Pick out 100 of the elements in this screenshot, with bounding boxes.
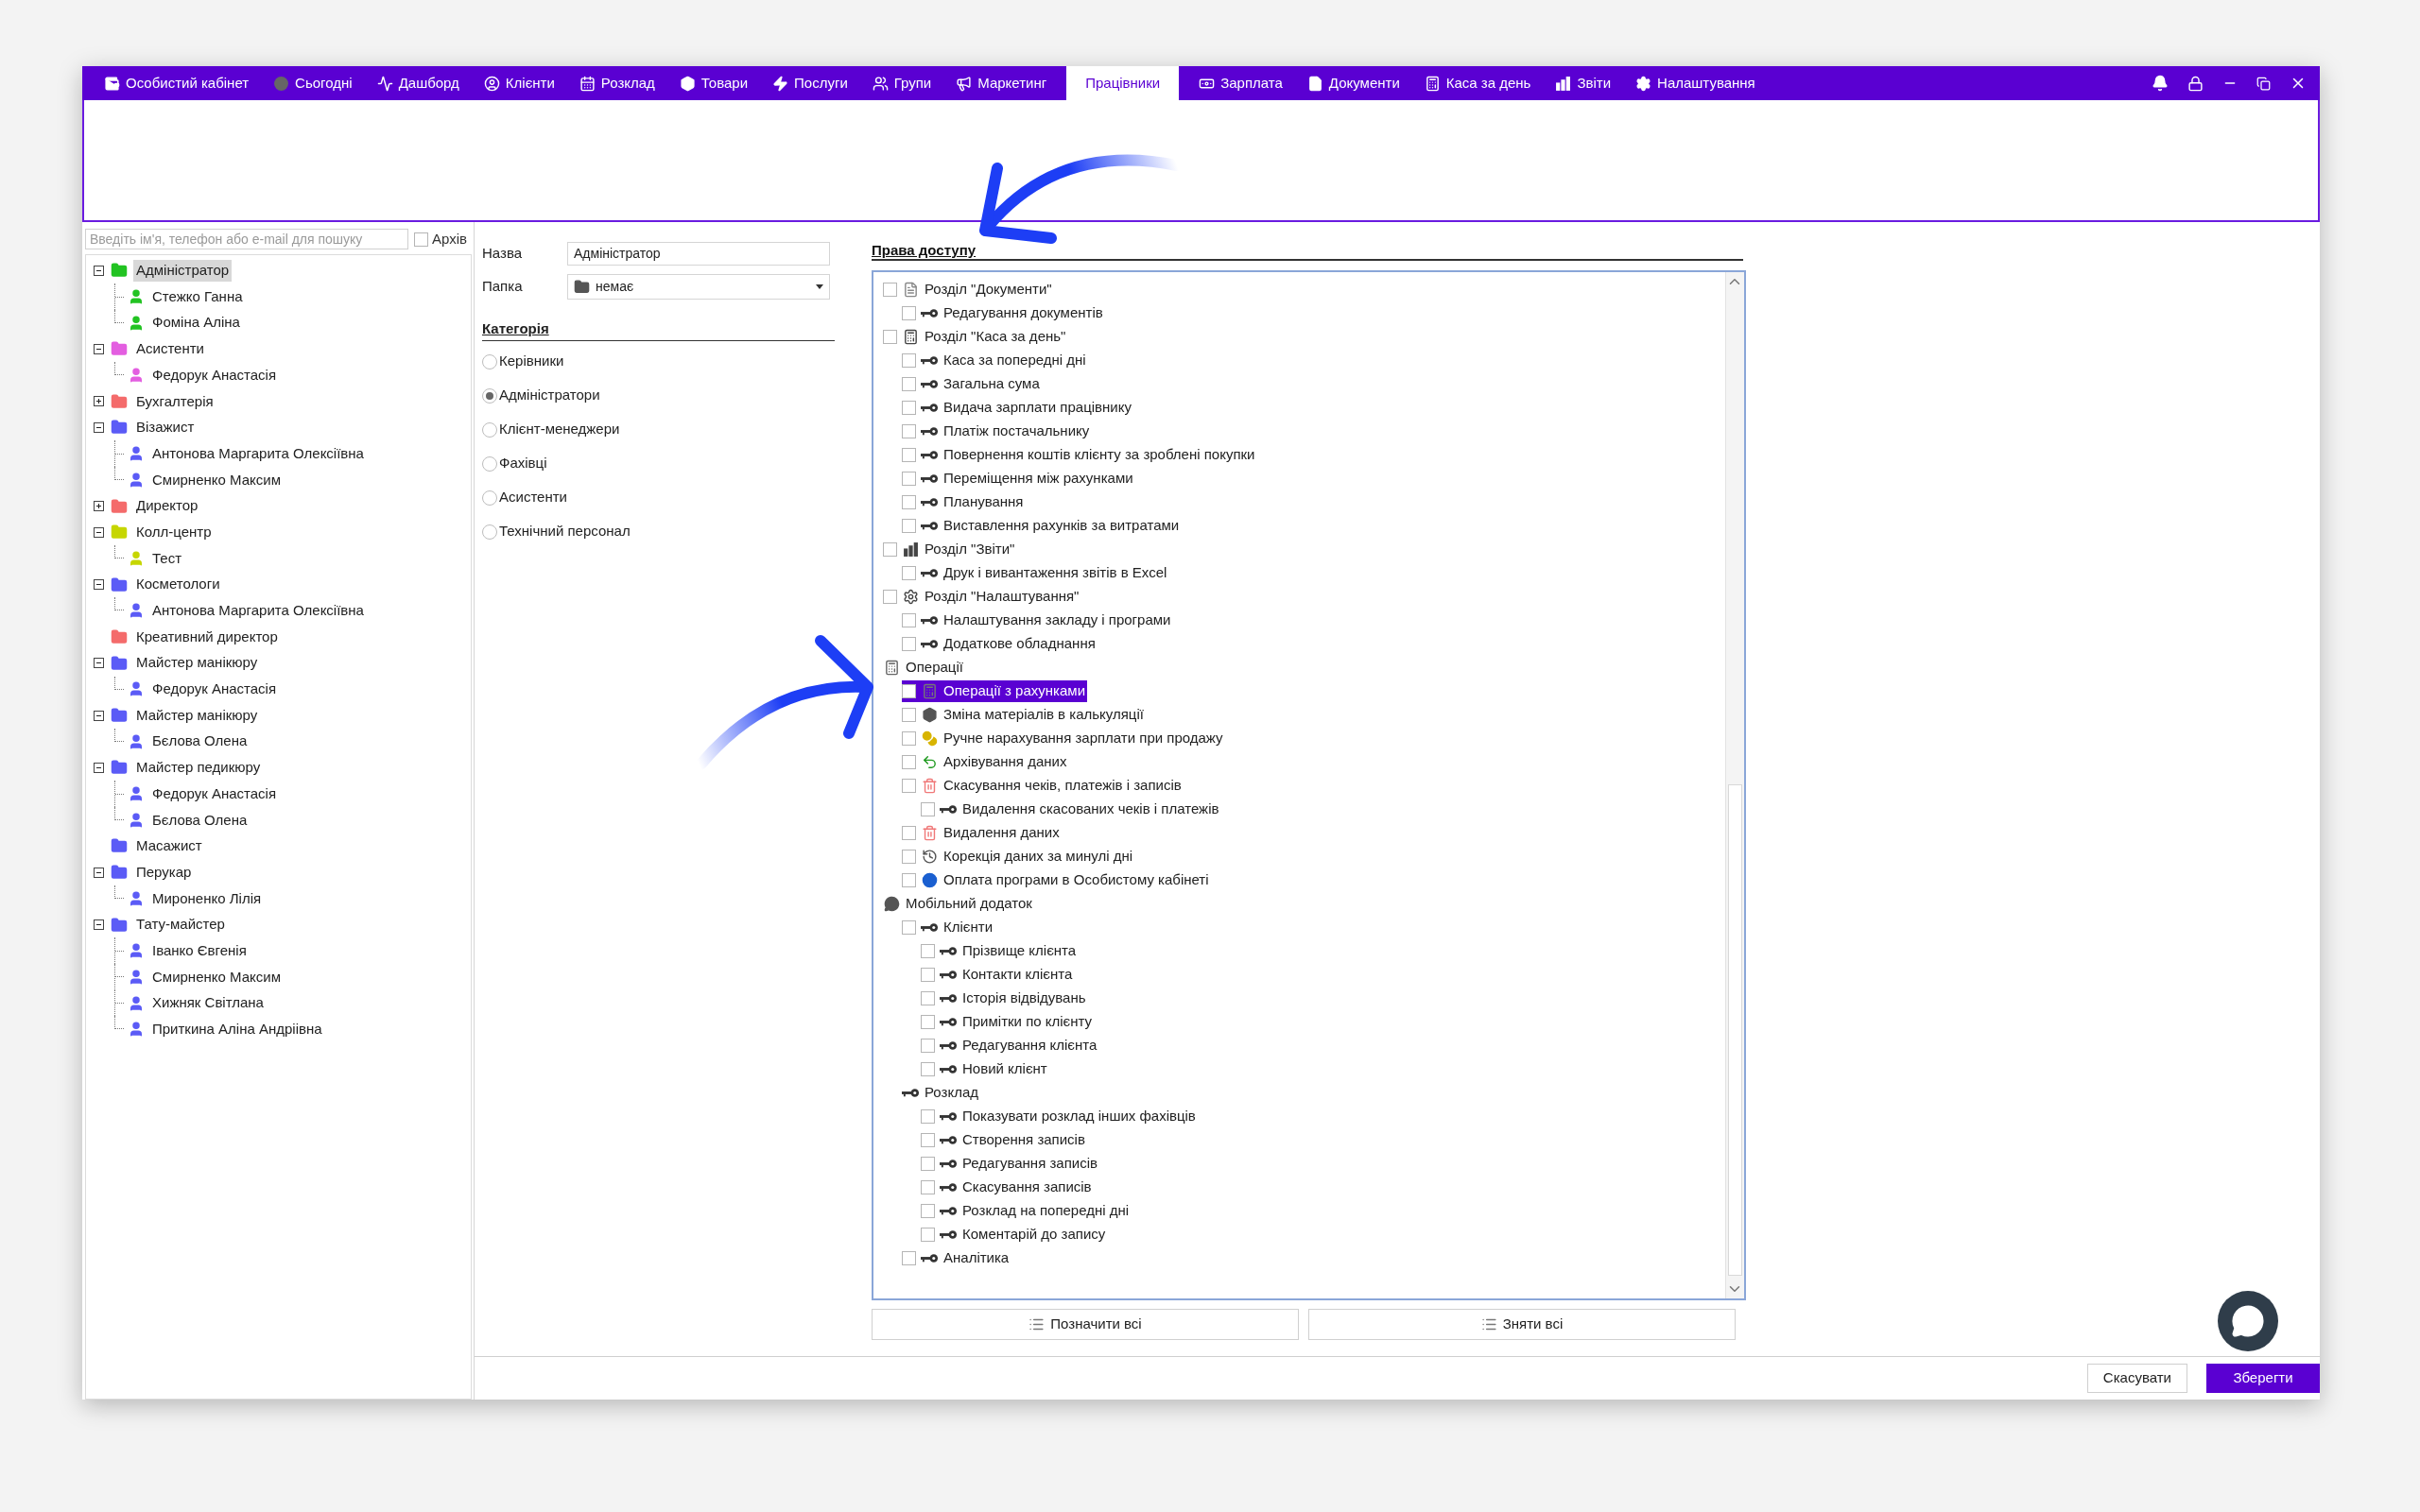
permission-item[interactable]: Корекція даних за минулі дні — [902, 846, 1133, 868]
collapse-icon[interactable] — [94, 421, 104, 433]
radio-button[interactable] — [482, 490, 497, 506]
checkbox[interactable] — [902, 731, 916, 746]
employee-item[interactable]: Хижняк Світлана — [150, 992, 266, 1014]
group-item[interactable]: Креативний директор — [133, 626, 281, 648]
permission-item[interactable]: Налаштування закладу і програми — [902, 610, 1171, 631]
checkbox[interactable] — [883, 542, 897, 557]
checkbox[interactable] — [921, 1204, 935, 1218]
menu-tab[interactable]: Клієнти — [471, 66, 567, 100]
scrollbar-thumb[interactable] — [1728, 784, 1742, 1276]
radio-button[interactable] — [482, 421, 497, 438]
checkbox[interactable] — [902, 920, 916, 935]
permission-item[interactable]: Скасування записів — [921, 1177, 1092, 1198]
permission-item[interactable]: Створення записів — [921, 1129, 1085, 1151]
collapse-icon[interactable] — [94, 867, 104, 878]
permission-item[interactable]: Операції з рахунками — [902, 680, 1087, 702]
employee-item[interactable]: Антонова Маргарита Олексіївна — [150, 442, 366, 465]
permission-item[interactable]: Контакти клієнта — [921, 964, 1073, 986]
checkbox[interactable] — [902, 448, 916, 462]
permission-item[interactable]: Друк і вивантаження звітів в Excel — [902, 562, 1167, 584]
checkbox[interactable] — [902, 1251, 916, 1265]
checkbox[interactable] — [902, 353, 916, 368]
group-item[interactable]: Візажист — [133, 417, 198, 438]
menu-tab[interactable]: Особистий кабінет — [92, 66, 262, 100]
group-item[interactable]: Адміністратор — [133, 260, 233, 282]
checkbox[interactable] — [883, 283, 897, 297]
employee-item[interactable]: Антонова Маргарита Олексіївна — [150, 600, 366, 622]
menu-tab[interactable]: Зарплата — [1186, 66, 1295, 100]
permission-item[interactable]: Розділ "Налаштування" — [883, 586, 1080, 608]
employee-item[interactable]: Бєлова Олена — [150, 809, 250, 832]
expand-icon[interactable] — [94, 396, 104, 407]
checkbox[interactable] — [921, 1109, 935, 1124]
expand-icon[interactable] — [94, 501, 104, 512]
checkbox[interactable] — [902, 519, 916, 533]
permission-item[interactable]: Редагування записів — [921, 1153, 1098, 1175]
deselect-all-button[interactable]: Зняти всі — [1308, 1309, 1736, 1340]
radio-button[interactable] — [482, 524, 497, 540]
cancel-button[interactable]: Скасувати — [2086, 1364, 2187, 1393]
employee-item[interactable]: Смирненко Максим — [150, 469, 283, 491]
permission-item[interactable]: Прізвище клієнта — [921, 940, 1077, 962]
permission-item[interactable]: Видача зарплати працівнику — [902, 397, 1132, 419]
checkbox[interactable] — [921, 1015, 935, 1029]
employee-item[interactable]: Мироненко Лілія — [150, 887, 264, 910]
permission-item[interactable]: Розділ "Документи" — [883, 279, 1052, 301]
permission-item[interactable]: Виставлення рахунків за витратами — [902, 515, 1180, 537]
permission-item[interactable]: Редагування клієнта — [921, 1035, 1098, 1057]
permission-item[interactable]: Аналітика — [902, 1247, 1010, 1269]
radio-button[interactable] — [482, 455, 497, 472]
permission-item[interactable]: Розділ "Звіти" — [883, 539, 1015, 560]
permission-item[interactable]: Планування — [902, 491, 1024, 513]
checkbox[interactable] — [921, 1228, 935, 1242]
collapse-icon[interactable] — [94, 658, 104, 669]
collapse-icon[interactable] — [94, 526, 104, 538]
notification-bell-icon[interactable] — [2152, 75, 2169, 92]
collapse-icon[interactable] — [94, 919, 104, 931]
permission-item[interactable]: Редагування документів — [902, 302, 1103, 324]
permission-item[interactable]: Зміна матеріалів в калькуляції — [902, 704, 1144, 726]
checkbox[interactable] — [902, 708, 916, 722]
checkbox[interactable] — [902, 755, 916, 769]
lock-icon[interactable] — [2187, 75, 2204, 92]
menu-tab[interactable]: Дашборд — [364, 66, 472, 100]
radio-button[interactable] — [482, 387, 497, 404]
checkbox[interactable] — [921, 1157, 935, 1171]
menu-tab[interactable]: Налаштування — [1623, 66, 1768, 100]
permission-item[interactable]: Загальна сума — [902, 373, 1040, 395]
group-item[interactable]: Асистенти — [133, 338, 207, 360]
employee-item[interactable]: Бєлова Олена — [150, 730, 250, 752]
employee-item[interactable]: Тест — [150, 547, 184, 570]
checkbox[interactable] — [902, 306, 916, 320]
group-item[interactable]: Тату-майстер — [133, 914, 228, 936]
checkbox[interactable] — [902, 826, 916, 840]
collapse-icon[interactable] — [94, 343, 104, 354]
folder-dropdown[interactable]: немає — [567, 273, 830, 300]
group-item[interactable]: Майстер педикюру — [133, 757, 264, 779]
permission-item[interactable]: Розділ "Каса за день" — [883, 326, 1066, 348]
permission-item[interactable]: Видалення скасованих чеків і платежів — [921, 799, 1219, 820]
permission-item[interactable]: Архівування даних — [902, 751, 1067, 773]
menu-tab[interactable]: Документи — [1294, 66, 1412, 100]
menu-tab[interactable]: Працівники — [1066, 66, 1180, 100]
checkbox[interactable] — [902, 779, 916, 793]
collapse-icon[interactable] — [94, 579, 104, 591]
employee-item[interactable]: Приткина Аліна Андріівна — [150, 1019, 324, 1040]
permission-item[interactable]: Каса за попередні дні — [902, 350, 1086, 371]
checkbox[interactable] — [921, 991, 935, 1005]
checkbox[interactable] — [902, 873, 916, 887]
permission-item[interactable]: Переміщення між рахунками — [902, 468, 1133, 490]
group-item[interactable]: Масажист — [133, 835, 205, 857]
checkbox[interactable] — [921, 968, 935, 982]
permission-item[interactable]: Новий клієнт — [921, 1058, 1047, 1080]
save-button[interactable]: Зберегти — [2206, 1364, 2320, 1393]
checkbox[interactable] — [921, 1062, 935, 1076]
permission-item[interactable]: Видалення даних — [902, 822, 1060, 844]
menu-tab[interactable]: Сьогодні — [261, 66, 365, 100]
permission-item[interactable]: Показувати розклад інших фахівців — [921, 1106, 1196, 1127]
permission-item[interactable]: Клієнти — [902, 917, 993, 938]
scrollbar[interactable] — [1725, 272, 1744, 1298]
checkbox[interactable] — [921, 944, 935, 958]
permission-item[interactable]: Примітки по клієнту — [921, 1011, 1093, 1033]
checkbox[interactable] — [902, 495, 916, 509]
